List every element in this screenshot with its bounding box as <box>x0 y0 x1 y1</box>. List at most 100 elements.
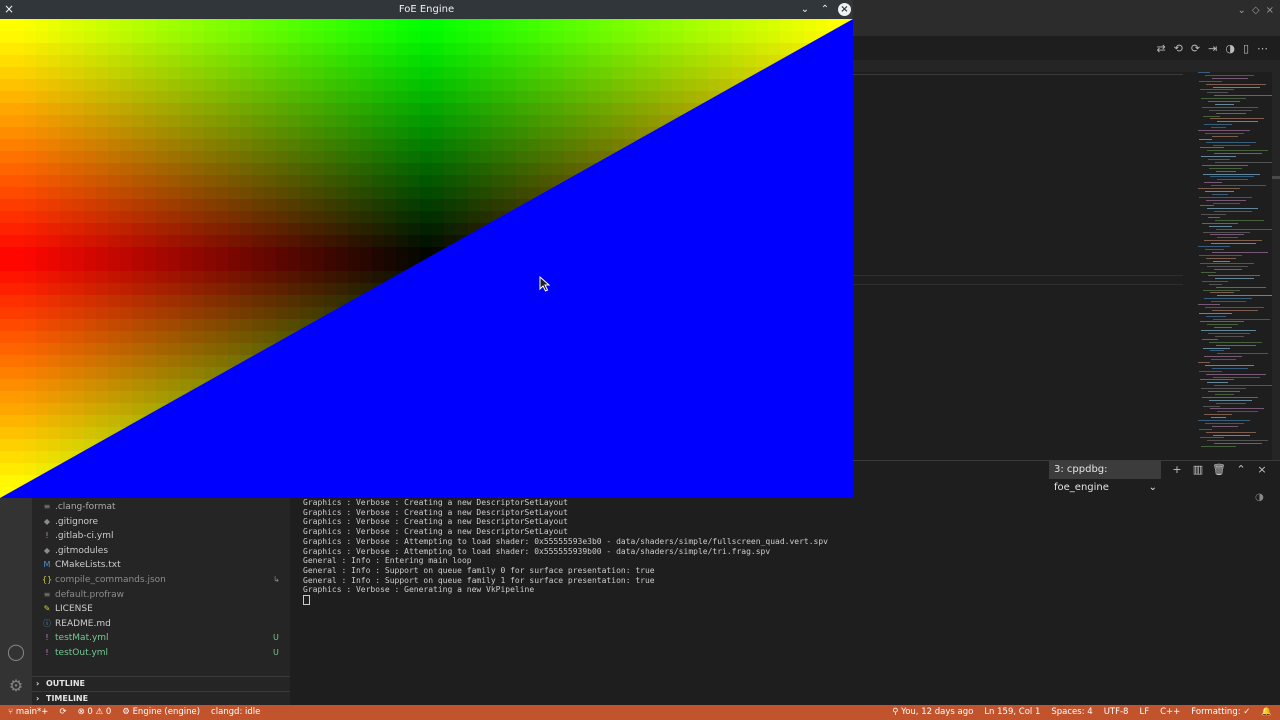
gradient-cell <box>108 79 121 92</box>
status-clangd[interactable]: clangd: idle <box>211 705 260 720</box>
foe-window-titlebar[interactable]: × FoE Engine ⌄ ⌃ × <box>0 0 853 19</box>
explorer-file-item[interactable]: ✎ LICENSE <box>32 602 290 616</box>
terminal-prompt[interactable] <box>303 595 1003 607</box>
explorer-file-item[interactable]: ! .gitlab-ci.yml <box>32 529 290 543</box>
gradient-cell <box>36 163 49 176</box>
render-viewport[interactable] <box>0 19 853 498</box>
gradient-cell <box>240 115 253 128</box>
explorer-file-item[interactable]: ≡ default.profraw <box>32 588 290 602</box>
editor-scrollbar-thumb[interactable] <box>1272 176 1280 179</box>
toolbar-more-icon[interactable]: ⋯ <box>1257 42 1268 55</box>
vscode-minimize-button[interactable]: ⌄ <box>1238 5 1246 16</box>
file-type-icon: ≡ <box>43 502 51 511</box>
toolbar-toggle-icon[interactable]: ◑ <box>1225 42 1235 55</box>
status-blame[interactable]: ⚲ You, 12 days ago <box>892 705 973 720</box>
notification-bell-icon[interactable]: 🔔 <box>1261 705 1272 720</box>
terminal-line: General : Info : Entering main loop <box>303 556 472 566</box>
explorer-file-item[interactable]: ⓘ README.md <box>32 617 290 631</box>
gradient-cell <box>60 127 73 140</box>
gradient-cell <box>120 115 133 128</box>
gradient-cell <box>264 187 277 200</box>
explorer-file-item[interactable]: ! testMat.yml U <box>32 631 290 645</box>
gradient-cell <box>168 67 181 80</box>
outline-section-header[interactable]: › OUTLINE <box>32 676 290 691</box>
gradient-cell <box>360 103 373 116</box>
gradient-cell <box>192 223 205 236</box>
status-encoding[interactable]: UTF-8 <box>1104 705 1129 720</box>
explorer-file-item[interactable]: ◆ .gitmodules <box>32 544 290 558</box>
gradient-cell <box>156 247 169 260</box>
minimap-line <box>1205 132 1244 134</box>
gradient-cell <box>372 259 385 272</box>
status-indentation[interactable]: Spaces: 4 <box>1051 705 1092 720</box>
gradient-cell <box>252 283 265 296</box>
gradient-cell <box>612 79 625 92</box>
gradient-cell <box>288 187 301 200</box>
gradient-cell <box>504 151 517 164</box>
close-panel-icon[interactable]: × <box>1254 461 1270 479</box>
vscode-close-button[interactable]: × <box>1266 5 1274 16</box>
accounts-icon[interactable]: ◯ <box>6 642 26 662</box>
new-terminal-icon[interactable]: + <box>1169 461 1185 479</box>
maximize-button[interactable]: ⌃ <box>818 2 832 17</box>
gradient-cell <box>240 103 253 116</box>
gradient-cell <box>756 55 769 68</box>
timeline-section-header[interactable]: › TIMELINE <box>32 691 290 706</box>
gradient-cell <box>108 139 121 152</box>
gradient-cell <box>168 43 181 56</box>
gradient-cell <box>72 79 85 92</box>
terminal-output[interactable]: Graphics : Verbose : Creating a new Desc… <box>303 498 1003 607</box>
editor-minimap[interactable] <box>1188 72 1278 460</box>
minimap-line <box>1212 367 1248 369</box>
gradient-cell <box>48 439 61 452</box>
gradient-cell <box>456 199 469 212</box>
gradient-cell <box>156 331 169 344</box>
status-formatting[interactable]: Formatting: ✓ <box>1191 705 1250 720</box>
status-language[interactable]: C++ <box>1160 705 1180 720</box>
gradient-cell <box>324 199 337 212</box>
close-button[interactable]: × <box>838 3 851 16</box>
toolbar-back-icon[interactable]: ⟲ <box>1174 42 1183 55</box>
gradient-cell <box>192 355 205 368</box>
gradient-cell <box>96 187 109 200</box>
explorer-file-item[interactable]: ◆ .gitignore <box>32 515 290 529</box>
minimize-button[interactable]: ⌄ <box>798 2 812 17</box>
vscode-window-controls: ⌄ ◇ × <box>1238 0 1274 20</box>
explorer-file-item[interactable]: ≡ .clang-format <box>32 500 290 514</box>
explorer-file-item[interactable]: {} compile_commands.json ↳ <box>32 573 290 587</box>
gradient-cell <box>312 43 325 56</box>
status-cursor-position[interactable]: Ln 159, Col 1 <box>984 705 1040 720</box>
explorer-file-item[interactable]: M CMakeLists.txt <box>32 558 290 572</box>
editor-scrollbar[interactable] <box>1272 72 1280 460</box>
status-sync-icon[interactable]: ⟳ <box>59 705 66 720</box>
status-debug[interactable]: ⚙ Engine (engine) <box>122 705 200 720</box>
gradient-cell <box>408 31 421 44</box>
terminal-selector-dropdown[interactable]: 3: cppdbg: foe_engine ⌄ <box>1049 461 1161 493</box>
gradient-cell <box>564 79 577 92</box>
minimap-line <box>1207 208 1258 210</box>
split-terminal-icon[interactable]: ▥ <box>1190 461 1206 479</box>
gradient-cell <box>24 43 37 56</box>
gradient-cell <box>432 151 445 164</box>
status-eol[interactable]: LF <box>1139 705 1149 720</box>
toolbar-forward-icon[interactable]: ⟳ <box>1191 42 1200 55</box>
kill-terminal-icon[interactable]: 🗑 <box>1211 461 1227 479</box>
toolbar-split-editor-icon[interactable]: ▯ <box>1243 42 1249 55</box>
gradient-cell <box>96 331 109 344</box>
gradient-cell <box>36 127 49 140</box>
toolbar-next-change-icon[interactable]: ⇥ <box>1208 42 1217 55</box>
gradient-cell <box>288 19 301 32</box>
vscode-maximize-button[interactable]: ◇ <box>1252 5 1260 16</box>
explorer-file-item[interactable]: ! testOut.yml U <box>32 646 290 660</box>
gradient-cell <box>252 199 265 212</box>
gradient-cell <box>672 43 685 56</box>
gradient-cell <box>384 199 397 212</box>
gradient-cell <box>288 259 301 272</box>
gradient-cell <box>588 31 601 44</box>
toolbar-compare-icon[interactable]: ⇄ <box>1156 42 1165 55</box>
status-problems[interactable]: ⊗ 0 ⚠ 0 <box>78 705 112 720</box>
gradient-cell <box>540 55 553 68</box>
manage-gear-icon[interactable]: ⚙ <box>6 676 26 696</box>
status-branch[interactable]: ⑂ main*+ <box>8 705 48 720</box>
maximize-panel-icon[interactable]: ⌃ <box>1233 461 1249 479</box>
